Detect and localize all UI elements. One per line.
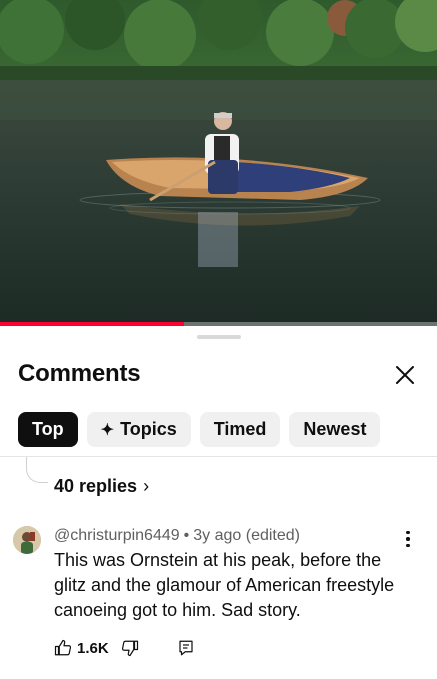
thumbs-down-icon <box>121 640 138 657</box>
replies-count-label: 40 replies <box>54 476 138 496</box>
comment-actions: 1.6K <box>54 639 195 657</box>
video-player[interactable] <box>0 0 437 326</box>
filter-divider <box>0 456 437 457</box>
comment-meta: @christurpin6449 • 3y ago (edited) <box>54 527 300 545</box>
like-button[interactable] <box>54 639 72 657</box>
comments-sheet: Comments Top ✦ Topics Timed Newest 40 re… <box>0 326 437 679</box>
close-button[interactable] <box>392 362 418 388</box>
filter-chip-newest[interactable]: Newest <box>289 412 381 447</box>
video-frame <box>0 0 437 326</box>
more-vertical-icon <box>406 530 410 535</box>
comment-text: This was Ornstein at his peak, before th… <box>54 550 395 620</box>
view-replies-link[interactable]: 40 replies › <box>54 476 149 497</box>
filter-chip-label: Timed <box>213 419 267 439</box>
dislike-button[interactable] <box>121 639 139 657</box>
drag-handle[interactable] <box>197 335 241 339</box>
reply-button[interactable] <box>177 639 195 657</box>
thumbs-up-icon <box>54 639 72 656</box>
comment-author[interactable]: @christurpin6449 <box>54 527 180 544</box>
chevron-right-icon: › <box>143 476 150 496</box>
sparkle-icon: ✦ <box>100 421 115 439</box>
filter-chip-timed[interactable]: Timed <box>199 412 281 447</box>
thread-connector-line <box>26 457 48 483</box>
comment-timestamp: 3y ago (edited) <box>193 527 300 544</box>
avatar[interactable] <box>13 526 41 554</box>
reply-comment-icon <box>179 640 193 656</box>
meta-separator: • <box>183 527 190 544</box>
filter-chip-label: Newest <box>303 419 367 439</box>
comment-more-options-button[interactable] <box>398 529 418 549</box>
filter-chip-topics[interactable]: ✦ Topics <box>86 412 191 447</box>
filter-chip-label: Top <box>32 419 64 439</box>
comments-title: Comments <box>18 360 141 387</box>
avatar-image <box>13 526 41 554</box>
filter-chip-label: Topics <box>120 419 177 439</box>
filter-chip-top[interactable]: Top <box>18 412 78 447</box>
comment-filter-chips: Top ✦ Topics Timed Newest <box>18 412 381 447</box>
like-count: 1.6K <box>77 639 109 657</box>
close-icon <box>396 366 414 384</box>
